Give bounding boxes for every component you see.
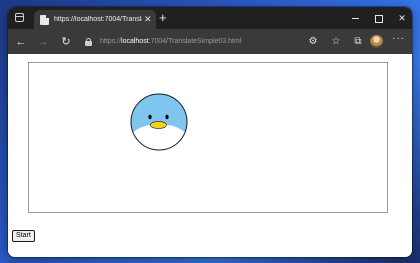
extensions-icon[interactable]: ⚙	[306, 34, 320, 49]
more-options-icon[interactable]: ···	[392, 33, 405, 44]
browser-window: https://localhost:7004/TranslateSi ✕ + ✕…	[8, 7, 412, 257]
profile-avatar[interactable]	[370, 35, 383, 48]
maximize-icon	[375, 14, 383, 23]
browser-toolbar: ← → ↻ https://localhost:7004/TranslateSi…	[8, 29, 412, 54]
page-content: Start	[8, 54, 412, 257]
title-bar: https://localhost:7004/TranslateSi ✕ + ✕	[8, 7, 412, 29]
page-icon	[40, 14, 49, 25]
minimize-button[interactable]	[344, 10, 366, 26]
back-button[interactable]: ←	[13, 34, 29, 50]
maximize-button[interactable]	[368, 10, 390, 26]
collections-icon[interactable]: ⧉	[351, 34, 365, 49]
tab-title: https://localhost:7004/TranslateSi	[54, 16, 142, 23]
minimize-icon	[351, 18, 359, 20]
window-menu-icon[interactable]	[15, 13, 24, 22]
close-icon[interactable]: ✕	[144, 15, 152, 24]
start-button[interactable]: Start	[12, 230, 35, 242]
refresh-button[interactable]: ↻	[58, 34, 74, 50]
animation-stage	[28, 62, 388, 213]
new-tab-button[interactable]: +	[159, 10, 167, 26]
browser-tab[interactable]: https://localhost:7004/TranslateSi ✕	[34, 10, 156, 29]
favorites-star-icon[interactable]: ☆	[329, 34, 343, 49]
lock-icon[interactable]	[85, 37, 92, 46]
penguin-image	[130, 93, 188, 151]
close-window-button[interactable]: ✕	[391, 10, 412, 26]
address-bar[interactable]: https://localhost:7004/TranslateSimple03…	[78, 32, 298, 51]
forward-button[interactable]: →	[35, 34, 51, 50]
url-text[interactable]: https://localhost:7004/TranslateSimple03…	[100, 38, 241, 45]
